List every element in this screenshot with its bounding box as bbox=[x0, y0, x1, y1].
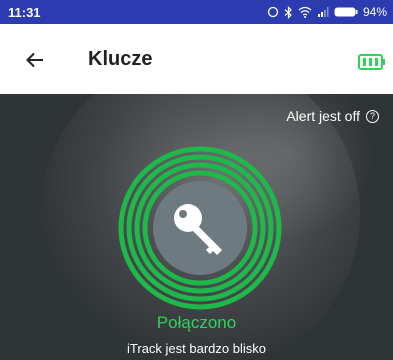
page-title: Klucze bbox=[88, 48, 153, 70]
alert-label: Alert jest off bbox=[286, 108, 360, 124]
battery-icon bbox=[358, 54, 385, 70]
status-time: 11:31 bbox=[8, 4, 41, 20]
proximity-text: iTrack jest bardzo blisko bbox=[127, 341, 266, 356]
app-bar: Klucze bbox=[0, 24, 393, 94]
status-icons: 94% bbox=[267, 5, 387, 19]
wifi-icon bbox=[298, 6, 312, 18]
question-circle-icon[interactable]: ? bbox=[366, 109, 379, 123]
phone-battery-icon bbox=[334, 7, 358, 17]
sync-icon bbox=[267, 6, 279, 18]
signal-icon bbox=[317, 7, 329, 17]
arrow-left-icon bbox=[26, 52, 43, 68]
device-panel: Alert jest off ? Połączono iTrack jest b… bbox=[0, 94, 393, 360]
status-bar: 11:31 94% bbox=[0, 0, 393, 24]
battery-percent: 94% bbox=[362, 5, 387, 19]
alert-toggle[interactable]: Alert jest off ? bbox=[286, 108, 379, 124]
back-button[interactable] bbox=[22, 47, 48, 73]
proximity-rings[interactable] bbox=[117, 145, 283, 311]
connection-status: Połączono bbox=[156, 313, 237, 332]
bluetooth-icon bbox=[284, 5, 292, 19]
